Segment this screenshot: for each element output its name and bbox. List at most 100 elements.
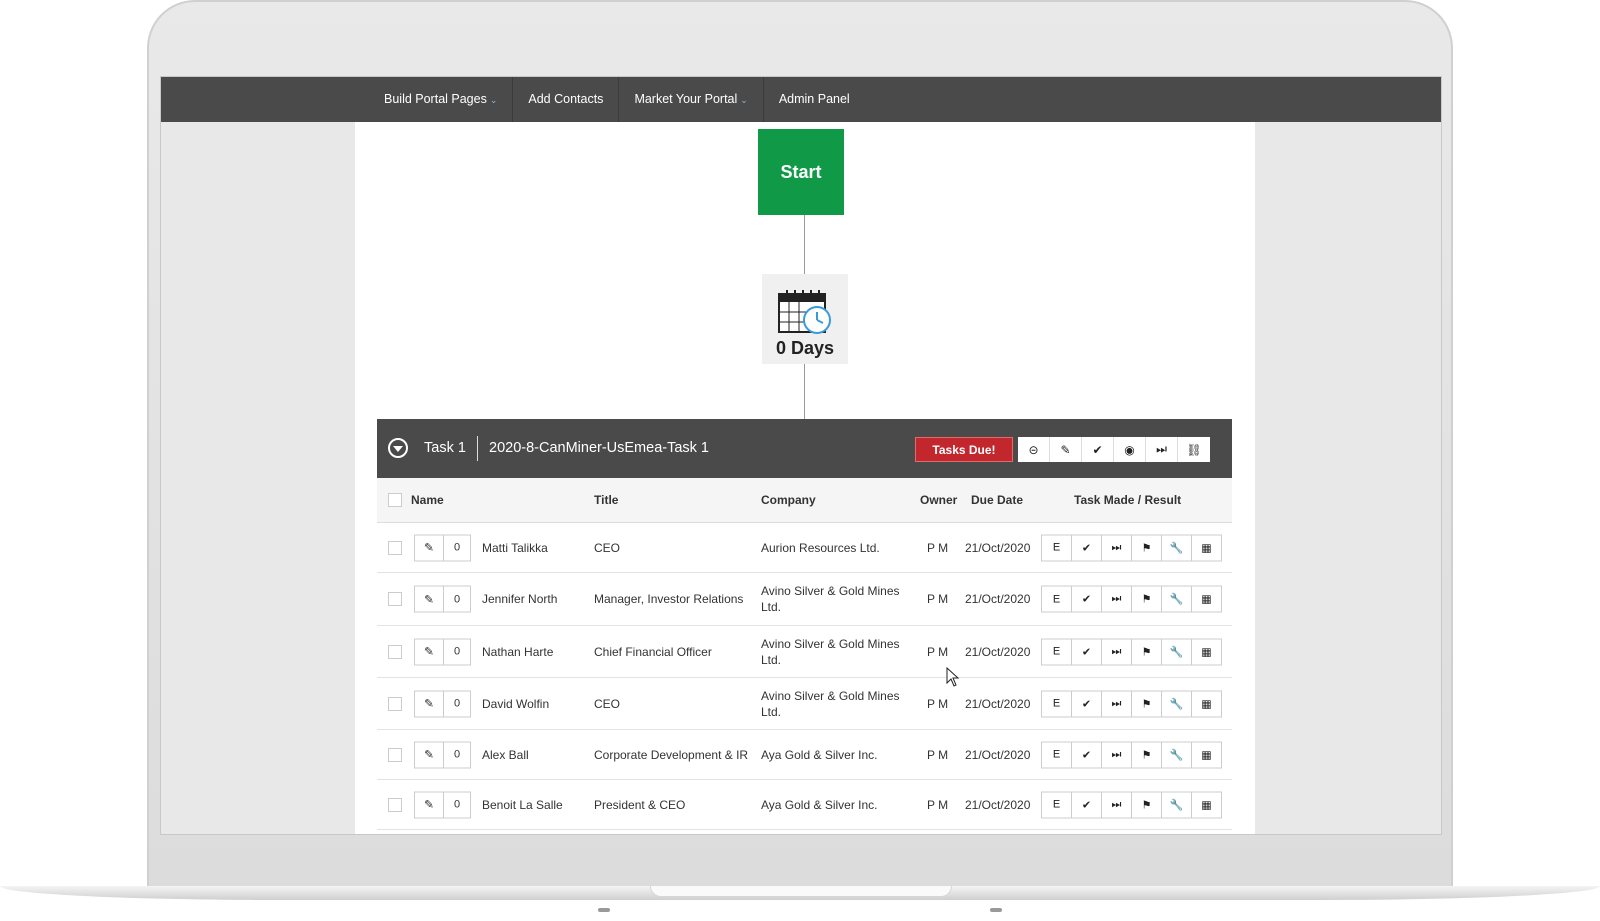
nav-item-build-portal-pages[interactable]: Build Portal Pages ⌄ (369, 77, 514, 122)
wrench-icon[interactable]: 🔧 (1162, 742, 1192, 767)
e-button[interactable]: E (1042, 691, 1072, 716)
start-node[interactable]: Start (758, 129, 844, 215)
skip-icon[interactable]: ⏭ (1102, 586, 1132, 612)
pencil-icon[interactable]: ✎ (415, 535, 444, 560)
pencil-icon[interactable]: ✎ (1050, 437, 1082, 462)
row-checkbox[interactable] (388, 644, 402, 659)
table-row: ✎ 0 Nathan Harte Chief Financial Officer Avi… (377, 626, 1232, 678)
grid-icon[interactable]: ▦ (1192, 792, 1221, 817)
row-result-tools: E ✔ ⏭ ⚑ 🔧 ▦ (1041, 690, 1222, 717)
check-icon[interactable]: ✔ (1072, 535, 1102, 560)
row-count: 0 (453, 541, 461, 554)
skip-icon[interactable]: ⏭ (1102, 742, 1132, 767)
minus-circle-icon[interactable]: ⊝ (1018, 437, 1050, 462)
flag-icon[interactable]: ⚑ (1132, 691, 1162, 716)
grid-icon[interactable]: ▦ (1192, 691, 1221, 716)
contact-title: Manager, Investor Relations (594, 592, 744, 606)
contact-name[interactable]: David Wolfin (482, 697, 549, 711)
contact-title: Chief Financial Officer (594, 644, 712, 659)
owner-initials: P M (927, 592, 949, 606)
col-title[interactable]: Title (594, 478, 618, 522)
col-company[interactable]: Company (761, 478, 816, 522)
row-count: 0 (453, 697, 461, 710)
grid-icon[interactable]: ▦ (1192, 639, 1221, 664)
check-icon[interactable]: ✔ (1072, 792, 1102, 817)
pencil-icon[interactable]: ✎ (415, 691, 444, 716)
flag-icon[interactable]: ⚑ (1132, 639, 1162, 664)
skip-icon[interactable]: ⏭ (1102, 639, 1132, 664)
col-name[interactable]: Name (411, 478, 444, 522)
tasks-due-button[interactable]: Tasks Due! (915, 437, 1013, 462)
check-icon[interactable]: ✔ (1072, 691, 1102, 716)
contact-name[interactable]: Nathan Harte (482, 645, 553, 659)
check-icon[interactable]: ✔ (1072, 742, 1102, 767)
contact-name[interactable]: Alex Ball (482, 748, 529, 762)
due-date: 21/Oct/2020 (965, 592, 1031, 606)
wrench-icon[interactable]: 🔧 (1162, 691, 1192, 716)
wrench-icon[interactable]: 🔧 (1162, 535, 1192, 560)
link-icon[interactable]: ⛓ (1178, 437, 1210, 462)
contact-name[interactable]: Matti Talikka (482, 541, 548, 555)
pencil-icon[interactable]: ✎ (415, 792, 444, 817)
wrench-icon[interactable]: 🔧 (1162, 586, 1192, 612)
eye-icon[interactable]: ◉ (1114, 437, 1146, 462)
due-date: 21/Oct/2020 (965, 797, 1031, 812)
skip-icon[interactable]: ⏭ (1102, 691, 1132, 716)
row-checkbox[interactable] (388, 797, 402, 812)
row-edit-group: ✎ 0 (414, 690, 471, 717)
pencil-icon[interactable]: ✎ (415, 639, 444, 664)
row-checkbox[interactable] (388, 592, 402, 606)
contact-name[interactable]: Jennifer North (482, 592, 557, 606)
laptop-foot-right (990, 908, 1002, 912)
skip-icon[interactable]: ⏭ (1102, 792, 1132, 817)
row-checkbox[interactable] (388, 696, 402, 711)
e-button[interactable]: E (1042, 535, 1072, 560)
top-navbar: Build Portal Pages ⌄ Add Contacts Market Yo… (161, 77, 1441, 122)
wrench-icon[interactable]: 🔧 (1162, 792, 1192, 817)
pencil-icon[interactable]: ✎ (415, 586, 444, 612)
row-result-tools: E ✔ ⏭ ⚑ 🔧 ▦ (1041, 534, 1222, 561)
table-header: Name Title Company Owner Due Date Task M… (377, 478, 1232, 523)
grid-icon[interactable]: ▦ (1192, 742, 1221, 767)
nav-item-admin-panel[interactable]: Admin Panel (764, 77, 865, 122)
grid-icon[interactable]: ▦ (1192, 587, 1221, 612)
collapse-toggle-icon[interactable] (388, 438, 408, 458)
contact-company: Avino Silver & Gold Mines Ltd. (761, 688, 900, 719)
chevron-down-icon: ⌄ (740, 95, 748, 105)
e-button[interactable]: E (1042, 639, 1072, 664)
row-count: 0 (453, 748, 461, 761)
row-checkbox[interactable] (388, 540, 402, 555)
flag-icon[interactable]: ⚑ (1132, 792, 1162, 817)
e-button[interactable]: E (1042, 792, 1072, 817)
due-date: 21/Oct/2020 (965, 747, 1031, 762)
wait-node[interactable]: 0 Days (762, 274, 848, 364)
task-toolbar: ⊝ ✎ ✔ ◉ ⏭ ⛓ (1018, 437, 1210, 462)
pencil-icon[interactable]: ✎ (415, 742, 444, 767)
row-checkbox[interactable] (388, 747, 402, 762)
row-edit-group: ✎ 0 (414, 585, 471, 613)
skip-icon[interactable]: ⏭ (1146, 437, 1178, 462)
skip-icon[interactable]: ⏭ (1102, 535, 1132, 560)
flag-icon[interactable]: ⚑ (1132, 586, 1162, 612)
col-owner[interactable]: Owner (920, 478, 957, 522)
select-all-checkbox[interactable] (388, 493, 402, 507)
e-button[interactable]: E (1042, 586, 1072, 612)
check-icon[interactable]: ✔ (1072, 586, 1102, 612)
nav-item-add-contacts[interactable]: Add Contacts (513, 77, 620, 122)
owner-initials: P M (927, 696, 949, 711)
wrench-icon[interactable]: 🔧 (1162, 639, 1192, 664)
contact-company: Aurion Resources Ltd. (761, 540, 880, 555)
e-button[interactable]: E (1042, 742, 1072, 767)
grid-icon[interactable]: ▦ (1192, 535, 1221, 560)
flag-icon[interactable]: ⚑ (1132, 535, 1162, 560)
contact-title: CEO (594, 696, 621, 711)
contact-name[interactable]: Benoit La Salle (482, 798, 563, 812)
contact-title: CEO (594, 540, 621, 555)
col-due-date[interactable]: Due Date (971, 478, 1023, 522)
check-icon[interactable]: ✔ (1082, 437, 1114, 462)
flag-icon[interactable]: ⚑ (1132, 742, 1162, 767)
check-icon[interactable]: ✔ (1072, 639, 1102, 664)
laptop-notch (650, 886, 952, 897)
nav-item-market-your-portal[interactable]: Market Your Portal ⌄ (619, 77, 764, 122)
contact-company: Avino Silver & Gold Mines Ltd. (761, 636, 900, 667)
